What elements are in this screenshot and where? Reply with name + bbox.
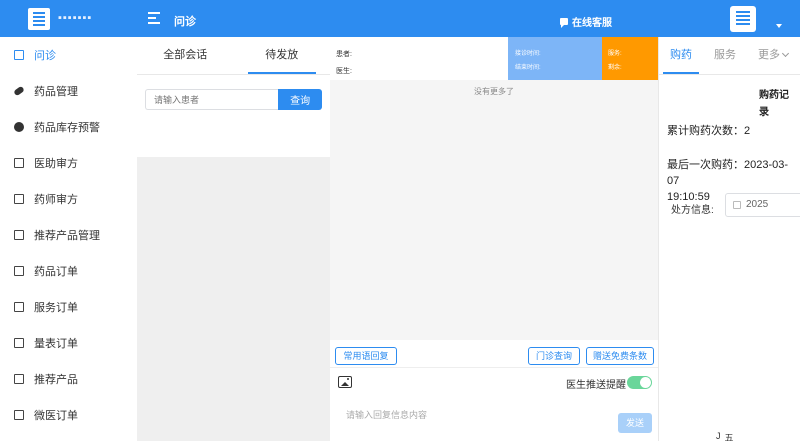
pill-icon: [13, 85, 25, 97]
chevron-down-icon: [781, 49, 790, 58]
image-upload-icon[interactable]: [338, 376, 352, 388]
chevron-down-icon[interactable]: [776, 24, 782, 28]
sidebar-item-service-orders[interactable]: 服务订单: [0, 289, 137, 325]
tab-service[interactable]: 服务: [703, 37, 747, 74]
logo: [28, 8, 50, 30]
sidebar: 问诊 药品管理 药品库存预警 医助审方 药师审方 推荐产品管理 药品订单 服务订…: [0, 37, 137, 441]
tab-all-conversations[interactable]: 全部会话: [137, 37, 234, 74]
sidebar-item-label: 微医订单: [34, 410, 78, 422]
tab-pending[interactable]: 待发放: [234, 37, 331, 74]
alert-icon: [14, 122, 24, 132]
chat-time-info: 接诊时间: 结束时间:: [508, 37, 602, 80]
scale-order-icon: [14, 338, 24, 348]
push-reminder-toggle[interactable]: [627, 376, 652, 389]
conversation-panel: 全部会话 待发放 查询: [137, 37, 330, 441]
product-icon: [14, 374, 24, 384]
chat-actions: 常用语回复 门诊查询 赠送免费条数: [330, 340, 658, 368]
prescription-year: 2025: [746, 199, 769, 210]
sidebar-item-stock-alert[interactable]: 药品库存预警: [0, 109, 137, 145]
prescription-label: 处方信息:: [671, 205, 714, 216]
outpatient-query-button[interactable]: 门诊查询: [528, 347, 580, 365]
sidebar-item-label: 推荐产品: [34, 374, 78, 386]
plus-order-icon: [14, 410, 24, 420]
chat-bubble-icon: [560, 18, 568, 28]
consult-icon: [14, 50, 24, 60]
conversation-list: [137, 115, 330, 157]
sidebar-item-label: 推荐产品管理: [34, 230, 100, 242]
page-title: 问诊: [174, 16, 196, 28]
sidebar-item-scale-orders[interactable]: 量表订单: [0, 325, 137, 361]
phone-icon: [14, 158, 24, 168]
total-count-value: 2: [744, 125, 751, 137]
sidebar-item-assistant-review[interactable]: 医助审方: [0, 145, 137, 181]
sidebar-item-label: 药品管理: [34, 86, 78, 98]
remaining-label: 剩余:: [608, 65, 622, 71]
sidebar-item-label: 问诊: [34, 50, 56, 62]
total-count-label: 累计购药次数：: [667, 125, 744, 137]
conversation-tabs: 全部会话 待发放: [137, 37, 330, 75]
right-tabs: 购药 服务 更多: [659, 37, 800, 75]
patient-search: 查询: [137, 75, 330, 115]
end-time-label: 结束时间:: [515, 65, 541, 71]
sidebar-item-label: 药品库存预警: [34, 122, 100, 134]
sidebar-item-pharmacist-review[interactable]: 药师审方: [0, 181, 137, 217]
last-purchase-label: 最后一次购药：: [667, 159, 744, 171]
sidebar-item-label: 量表订单: [34, 338, 78, 350]
reply-input[interactable]: 请输入回复信息内容: [346, 408, 427, 421]
right-panel: 购药 服务 更多 购药记录 累计购药次数：2 最后一次购药：2023-03-07…: [658, 37, 800, 441]
tab-purchase[interactable]: 购药: [659, 37, 703, 74]
patient-label: 患者:: [336, 51, 352, 58]
reply-composer: 医生推送提醒 请输入回复信息内容: [330, 368, 658, 441]
sidebar-item-label: 医助审方: [34, 158, 78, 170]
purchase-record-title: 购药记录: [759, 90, 789, 118]
brand-name: ▪▪▪▪▪▪▪: [58, 12, 93, 24]
message-area[interactable]: 没有更多了: [330, 80, 658, 340]
chat-header: 患者: 医生: 接诊时间: 结束时间: 服务: 剩余:: [330, 37, 658, 80]
tool-a[interactable]: J: [716, 431, 721, 441]
user-avatar[interactable]: [730, 6, 756, 32]
sidebar-item-consult[interactable]: 问诊: [0, 37, 137, 73]
total-purchase-count: 累计购药次数：2: [667, 123, 750, 139]
calendar-icon: [733, 201, 741, 209]
sidebar-item-weiyi-orders[interactable]: 微医订单: [0, 397, 137, 433]
service-order-icon: [14, 302, 24, 312]
folder-icon: [14, 230, 24, 240]
sidebar-item-drug-management[interactable]: 药品管理: [0, 73, 137, 109]
sidebar-item-drug-orders[interactable]: 药品订单: [0, 253, 137, 289]
start-time-label: 接诊时间:: [515, 51, 541, 57]
sidebar-item-recommend-products[interactable]: 推荐产品: [0, 361, 137, 397]
sidebar-item-label: 药师审方: [34, 194, 78, 206]
tab-more[interactable]: 更多: [747, 37, 799, 74]
sidebar-item-label: 药品订单: [34, 266, 78, 278]
menu-toggle-icon[interactable]: [148, 12, 160, 24]
chat-participants: 患者: 医生:: [336, 46, 352, 80]
gift-free-messages-button[interactable]: 赠送免费条数: [586, 347, 654, 365]
document-icon: [14, 194, 24, 204]
chat-panel: 患者: 医生: 接诊时间: 结束时间: 服务: 剩余: 没有更多了 常用语回复 …: [330, 37, 658, 441]
patient-search-input[interactable]: [145, 89, 279, 110]
tab-more-label: 更多: [758, 49, 780, 61]
search-button[interactable]: 查询: [278, 89, 322, 110]
online-service-link[interactable]: 在线客服: [560, 14, 612, 29]
top-bar: ▪▪▪▪▪▪▪ 问诊 在线客服: [0, 0, 800, 37]
no-more-text: 没有更多了: [474, 87, 514, 96]
prescription-date-picker[interactable]: 2025: [725, 193, 800, 217]
service-label: 服务:: [608, 51, 622, 57]
quick-reply-button[interactable]: 常用语回复: [335, 347, 397, 365]
doctor-label: 医生:: [336, 68, 352, 75]
send-button[interactable]: 发送: [618, 413, 652, 433]
push-reminder-label: 医生推送提醒: [566, 380, 626, 391]
floating-tools: J 五: [716, 431, 734, 441]
chat-service-info: 服务: 剩余:: [602, 37, 658, 80]
online-service-label: 在线客服: [572, 18, 612, 29]
tool-b[interactable]: 五: [725, 431, 734, 441]
sidebar-item-label: 服务订单: [34, 302, 78, 314]
order-icon: [14, 266, 24, 276]
sidebar-item-recommend-manage[interactable]: 推荐产品管理: [0, 217, 137, 253]
